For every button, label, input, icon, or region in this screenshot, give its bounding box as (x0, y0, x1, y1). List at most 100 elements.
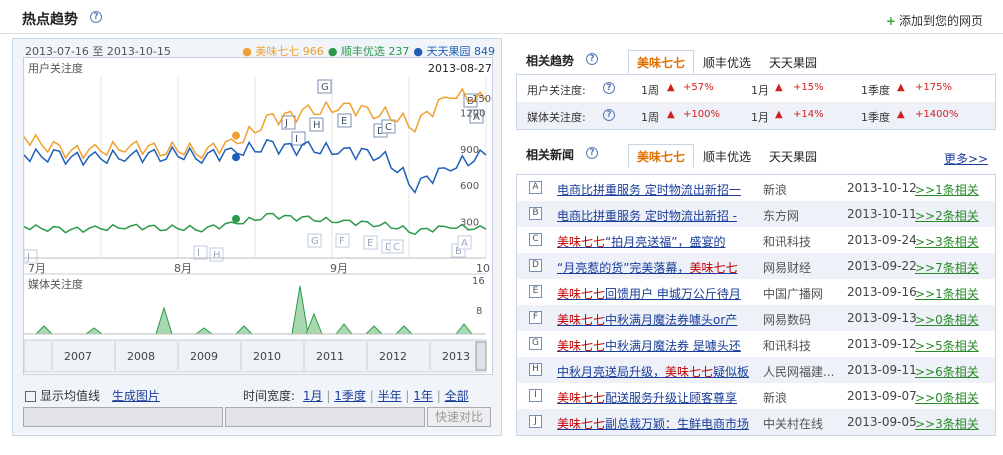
x-month-label: 9月 (330, 262, 348, 275)
year-label: 2011 (316, 350, 344, 363)
news-letter-badge[interactable]: F (529, 311, 542, 324)
trend-table: 用户关注度: ? 1周 ▲ +57% 1月 ▲ +15% 1季度 ▲ +175%… (516, 74, 996, 130)
row-help-icon[interactable]: ? (603, 82, 615, 94)
news-related-link[interactable]: >>1条相关 (915, 181, 979, 198)
news-letter-badge[interactable]: G (529, 337, 542, 350)
news-related-link[interactable]: >>3条相关 (915, 415, 979, 432)
range-half-year[interactable]: 半年 (378, 389, 402, 403)
media-spike (454, 323, 474, 335)
news-related-link[interactable]: >>1条相关 (915, 285, 979, 302)
news-item: F 美味七七中秋满月魔法券噱头or产 网易数码 2013-09-13 >>0条相关 (517, 305, 995, 331)
news-title-link[interactable]: 中秋月亮送局升级，美味七七疑似板 (557, 363, 753, 380)
checkbox-icon[interactable] (25, 391, 36, 402)
trend-tab-2[interactable]: 天天果园 (760, 50, 826, 74)
year-label: 2010 (253, 350, 281, 363)
news-item: E 美味七七回馈用户 申城万公斤待月 中国广播网 2013-09-16 >>1条相关 (517, 279, 995, 305)
event-marker[interactable] (281, 115, 296, 130)
news-item: A 电商比拼重服务 定时物流出新招一 新浪 2013-10-12 >>1条相关 (517, 175, 995, 201)
news-title-link[interactable]: 美味七七“拍月亮送福”，盛宴的 (557, 233, 753, 250)
compare-input-2[interactable] (225, 407, 425, 427)
news-help-icon[interactable]: ? (586, 147, 598, 159)
news-date: 2013-09-05 (847, 415, 917, 429)
event-marker[interactable] (291, 131, 306, 146)
trend-chart-panel: 2013-07-16 至 2013-10-15 ● 美味七七 966 ● 顺丰优选… (12, 38, 502, 436)
news-related-link[interactable]: >>6条相关 (915, 363, 979, 380)
event-marker-low-label: I (197, 248, 200, 259)
news-related-link[interactable]: >>7条相关 (915, 259, 979, 276)
news-tab-2[interactable]: 天天果园 (760, 144, 826, 168)
panel2-label: 媒体关注度 (28, 277, 83, 291)
news-related-link[interactable]: >>2条相关 (915, 207, 979, 224)
x-month-label: 10 (476, 262, 490, 275)
news-title-link[interactable]: 美味七七副总裁万颖：生鲜电商市场 (557, 415, 753, 432)
news-tab-0[interactable]: 美味七七 (628, 144, 695, 168)
media-spike (84, 327, 104, 335)
news-letter-badge[interactable]: H (529, 363, 542, 376)
news-date: 2013-09-16 (847, 285, 917, 299)
event-marker-label: I (295, 134, 298, 145)
trend-help-icon[interactable]: ? (586, 53, 598, 65)
event-marker-label: E (341, 116, 347, 127)
news-list: A 电商比拼重服务 定时物流出新招一 新浪 2013-10-12 >>1条相关 B 电商比拼… (516, 174, 996, 436)
news-item: C 美味七七“拍月亮送福”，盛宴的 和讯科技 2013-09-24 >>3条相关 (517, 227, 995, 253)
trend-chart-svg[interactable]: 用户关注度2013-08-27GJHEDCIBAJIHGFEDCBA120090… (24, 58, 492, 374)
news-letter-badge[interactable]: B (529, 207, 542, 220)
event-marker-low-label: G (311, 236, 319, 247)
news-tab-1[interactable]: 顺丰优选 (694, 144, 760, 168)
panel1-label: 用户关注度 (28, 61, 83, 75)
generate-image-link[interactable]: 生成图片 (112, 389, 160, 403)
range-1-month[interactable]: 1月 (303, 389, 323, 403)
news-related-link[interactable]: >>3条相关 (915, 233, 979, 250)
y-tick-label: 300 (460, 218, 479, 229)
help-icon[interactable]: ? (90, 11, 102, 23)
news-title-link[interactable]: 电商比拼重服务 定时物流出新招 - (557, 207, 753, 224)
range-1-year[interactable]: 1年 (413, 389, 433, 403)
news-source: 中国广播网 (763, 287, 824, 301)
news-title-link[interactable]: 电商比拼重服务 定时物流出新招一 (557, 181, 753, 198)
news-letter-badge[interactable]: I (529, 389, 542, 402)
event-marker-label: G (321, 82, 329, 93)
news-date: 2013-09-22 (847, 259, 917, 273)
range-1-quarter[interactable]: 1季度 (334, 389, 366, 403)
year-label: 2008 (127, 350, 155, 363)
avg-line-checkbox[interactable]: 显示均值线 (25, 389, 100, 403)
more-news-link[interactable]: 更多>> (944, 150, 988, 167)
year-label: 2013 (442, 350, 470, 363)
news-source: 网易数码 (763, 313, 812, 327)
trend-tab-1[interactable]: 顺丰优选 (694, 50, 760, 74)
media-spike (234, 325, 254, 335)
chart-area[interactable]: 用户关注度2013-08-27GJHEDCIBAJIHGFEDCBA120090… (23, 57, 493, 375)
news-date: 2013-09-12 (847, 337, 917, 351)
row-help-icon[interactable]: ? (603, 109, 615, 121)
y-tick-label: 900 (460, 145, 479, 156)
news-date: 2013-09-13 (847, 311, 917, 325)
news-related-link[interactable]: >>0条相关 (915, 311, 979, 328)
range-all[interactable]: 全部 (445, 389, 469, 403)
trend-tab-0[interactable]: 美味七七 (628, 50, 695, 74)
news-title-link[interactable]: “月亮惹的货”完美落幕，美味七七 (557, 259, 753, 276)
news-letter-badge[interactable]: E (529, 285, 542, 298)
event-marker-low[interactable] (193, 245, 208, 260)
quick-compare-button[interactable]: 快速对比 (427, 407, 491, 427)
trend-row-label: 用户关注度: (527, 84, 586, 97)
news-letter-badge[interactable]: J (529, 415, 542, 428)
news-title-link[interactable]: 美味七七回馈用户 申城万公斤待月 (557, 285, 753, 302)
trend-row-media: 媒体关注度: ? 1周 ▲ +100% 1月 ▲ +14% 1季度 ▲ +140… (517, 102, 995, 129)
year-label: 2007 (64, 350, 92, 363)
compare-input-1[interactable] (23, 407, 223, 427)
news-letter-badge[interactable]: D (529, 259, 542, 272)
news-related-link[interactable]: >>5条相关 (915, 337, 979, 354)
news-date: 2013-09-24 (847, 233, 917, 247)
news-title-link[interactable]: 美味七七配送服务升级让顾客尊享 (557, 389, 753, 406)
news-title-link[interactable]: 美味七七中秋满月魔法券噱头or产 (557, 311, 753, 328)
add-to-page-link[interactable]: + 添加到您的网页 (886, 12, 983, 29)
media-spike (194, 327, 214, 335)
news-letter-badge[interactable]: C (529, 233, 542, 246)
news-source: 新浪 (763, 183, 788, 197)
up-arrow-icon: ▲ (775, 109, 783, 120)
news-title-link[interactable]: 美味七七中秋满月魔法券 是噱头还 (557, 337, 753, 354)
news-item: I 美味七七配送服务升级让顾客尊享 新浪 2013-09-07 >>0条相关 (517, 383, 995, 409)
news-letter-badge[interactable]: A (529, 181, 542, 194)
news-related-link[interactable]: >>0条相关 (915, 389, 979, 406)
slider-handle[interactable] (475, 341, 487, 371)
